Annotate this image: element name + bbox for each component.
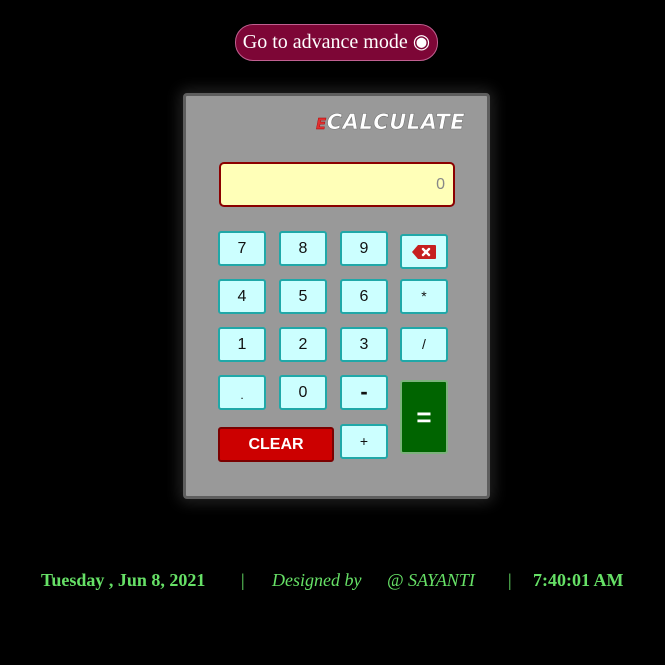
- key-5[interactable]: 5: [279, 279, 327, 314]
- key-0[interactable]: 0: [279, 375, 327, 410]
- multiply-button[interactable]: *: [400, 279, 448, 314]
- footer-designed-by: Designed by: [272, 570, 362, 590]
- footer: Tuesday , Jun 8, 2021 | Designed by @ SA…: [0, 570, 665, 596]
- logo-text: CALCULATE: [326, 110, 466, 135]
- minus-button[interactable]: -: [340, 375, 388, 410]
- divide-button[interactable]: /: [400, 327, 448, 362]
- key-4[interactable]: 4: [218, 279, 266, 314]
- footer-separator: |: [241, 570, 245, 590]
- key-6[interactable]: 6: [340, 279, 388, 314]
- equals-button[interactable]: =: [400, 380, 448, 454]
- key-1[interactable]: 1: [218, 327, 266, 362]
- advance-mode-button[interactable]: Go to advance mode ◉: [235, 24, 438, 61]
- key-9[interactable]: 9: [340, 231, 388, 266]
- decimal-button[interactable]: .: [218, 375, 266, 410]
- footer-separator: |: [508, 570, 512, 590]
- key-3[interactable]: 3: [340, 327, 388, 362]
- plus-button[interactable]: +: [340, 424, 388, 459]
- calculator-panel: ECALCULATE 0 7 8 9 4 5 6 * 1 2 3 / . 0 -…: [183, 93, 490, 499]
- key-8[interactable]: 8: [279, 231, 327, 266]
- key-7[interactable]: 7: [218, 231, 266, 266]
- calculator-logo: ECALCULATE: [316, 110, 466, 138]
- footer-date: Tuesday , Jun 8, 2021: [41, 570, 206, 590]
- footer-time: 7:40:01 AM: [533, 570, 624, 590]
- clear-button[interactable]: CLEAR: [218, 427, 334, 462]
- logo-prefix: E: [316, 115, 327, 133]
- backspace-icon: [412, 244, 436, 259]
- key-2[interactable]: 2: [279, 327, 327, 362]
- footer-author: @ SAYANTI: [387, 570, 475, 590]
- calculator-display[interactable]: 0: [219, 162, 455, 207]
- backspace-button[interactable]: [400, 234, 448, 269]
